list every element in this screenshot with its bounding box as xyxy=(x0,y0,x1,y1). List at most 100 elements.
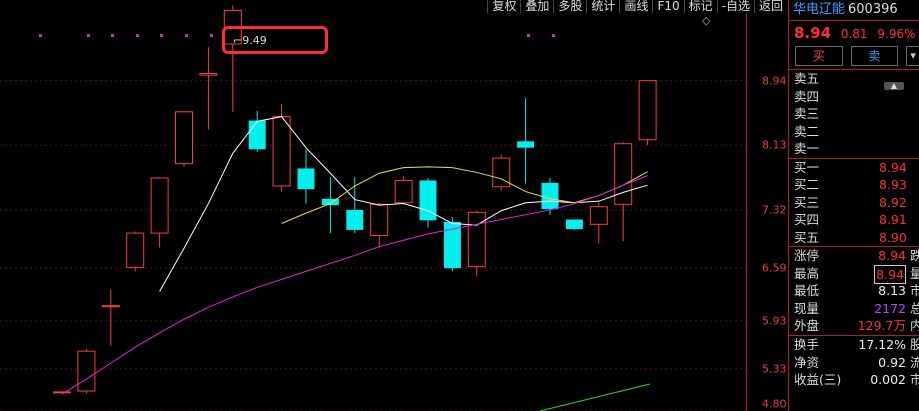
toolbar-button[interactable]: 返回 xyxy=(753,0,787,13)
candle-body xyxy=(565,219,583,230)
candle-body xyxy=(297,168,315,190)
marker-dot xyxy=(552,34,555,37)
stat-row: 最低 8.13 市 xyxy=(789,282,919,300)
stat-row: 净资 0.92 流 xyxy=(789,354,919,372)
order-price: 8.92 xyxy=(879,194,907,210)
candlestick-chart[interactable] xyxy=(0,0,746,411)
more-icon[interactable]: ▾ xyxy=(906,46,919,66)
marker-dot xyxy=(87,34,90,37)
candle-body xyxy=(101,305,120,308)
trade-buttons: 买 卖 ▾ xyxy=(789,45,919,67)
stats-block-2: 换手 17.12% 股净资 0.92 流收益(三) 0.002 市 xyxy=(789,336,919,389)
collapse-icon[interactable]: ▲ xyxy=(884,82,904,90)
stat-label-secondary: 股 xyxy=(910,336,919,352)
order-row[interactable]: 买三 8.92 xyxy=(789,194,919,212)
sell-button[interactable]: 卖 xyxy=(850,46,899,66)
candle-body xyxy=(175,111,193,165)
toolbar-button[interactable]: F10 xyxy=(652,0,684,13)
stat-row: 外盘 129.7万内 xyxy=(789,317,919,335)
stat-value: 8.94 xyxy=(878,248,906,263)
order-row[interactable]: 卖三 xyxy=(789,105,919,123)
candle-body xyxy=(248,120,266,150)
order-price: 8.93 xyxy=(879,177,907,192)
marker-dot xyxy=(185,34,188,37)
order-row[interactable]: 买五 8.90 xyxy=(789,229,919,247)
stat-row: 现量 2172 总 xyxy=(789,300,919,318)
stat-label: 最高 xyxy=(794,265,820,281)
stat-value: 129.7万 xyxy=(857,318,906,334)
price-axis: 8.94 8.13 7.32 6.59 5.93 5.33 4.80 xyxy=(746,0,788,411)
price-tick-label: 8.13 xyxy=(762,138,787,152)
toolbar-button[interactable]: 统计 xyxy=(586,0,620,13)
high-price-marker: ⌐9.49 xyxy=(233,34,267,47)
price-tick-label: 5.33 xyxy=(762,362,787,376)
order-row[interactable]: 买二 8.93 xyxy=(789,176,919,194)
marker-dot xyxy=(136,34,139,37)
order-label: 买四 xyxy=(794,212,820,227)
stat-value: 17.12% xyxy=(858,336,906,352)
order-row[interactable]: 卖四 xyxy=(789,88,919,106)
chart-toolbar: 复权 叠加 多股 统计 画线 F10 标记 -自选 返回 xyxy=(487,0,787,13)
price-tick-label: 6.59 xyxy=(762,261,787,275)
price-change: 0.81 xyxy=(840,27,868,41)
order-row[interactable]: 买一 8.94 xyxy=(789,159,919,177)
marker-dot xyxy=(160,34,163,37)
order-label: 卖四 xyxy=(794,88,820,104)
buy-button[interactable]: 买 xyxy=(795,46,843,66)
order-label: 卖三 xyxy=(794,106,820,121)
candle-body xyxy=(199,73,218,76)
stat-row: 换手 17.12% 股 xyxy=(789,336,919,354)
stock-code: 600396 xyxy=(848,2,898,17)
marker-dot xyxy=(39,34,42,37)
stat-label: 净资 xyxy=(794,354,820,370)
stat-label-secondary: 跌 xyxy=(910,248,919,263)
toolbar-button[interactable]: 标记 xyxy=(683,0,717,13)
stat-label-secondary: 总 xyxy=(910,300,919,316)
order-label: 卖一 xyxy=(794,141,820,156)
stat-value: 0.002 xyxy=(870,372,906,388)
toolbar-button[interactable]: 复权 xyxy=(487,0,521,13)
stat-label: 换手 xyxy=(794,336,820,352)
order-price: 8.90 xyxy=(879,229,907,245)
toolbar-button[interactable]: 画线 xyxy=(619,0,653,13)
order-price: 8.91 xyxy=(879,212,907,227)
order-label: 买一 xyxy=(794,159,820,175)
candle-body xyxy=(150,177,169,234)
stat-value: 2172 xyxy=(874,300,906,316)
toolbar-button[interactable]: -自选 xyxy=(716,0,754,13)
stat-label-secondary: 市 xyxy=(910,372,919,388)
stock-name[interactable]: 华电辽能 xyxy=(793,2,845,17)
toolbar-button[interactable]: 叠加 xyxy=(520,0,554,13)
candle-body xyxy=(467,211,486,268)
order-label: 买五 xyxy=(794,229,820,245)
current-price: 8.94 xyxy=(794,24,832,42)
stat-label-secondary: 流 xyxy=(910,354,919,370)
price-tick-label: 8.94 xyxy=(762,74,787,88)
kline-chart-area[interactable]: ⌐9.49 ◇ 8.94 8.13 7.32 6.59 5.93 5.33 4.80 xyxy=(0,0,787,411)
ma60-line xyxy=(539,383,651,411)
stat-label: 现量 xyxy=(794,300,820,316)
quote-line: 8.94 0.81 9.96% xyxy=(789,21,919,45)
stat-label-secondary: 量 xyxy=(910,265,919,281)
candle-body xyxy=(589,206,608,225)
order-label: 卖五 xyxy=(794,71,820,86)
price-tick-label: 5.93 xyxy=(762,314,787,328)
toolbar-button[interactable]: 多股 xyxy=(553,0,587,13)
stat-row: 最高 8.94 量 xyxy=(789,264,919,285)
order-label: 卖二 xyxy=(794,123,820,139)
candle-body xyxy=(346,209,364,230)
order-price: 8.94 xyxy=(879,159,907,175)
candle-body xyxy=(77,350,96,392)
order-row[interactable]: 卖一 xyxy=(789,140,919,158)
candle-body xyxy=(614,143,633,205)
order-row[interactable]: 卖二 xyxy=(789,123,919,141)
stat-label: 涨停 xyxy=(794,248,820,263)
marker-dot xyxy=(527,34,530,37)
order-row[interactable]: 买四 8.91 xyxy=(789,211,919,229)
stat-row: 涨停 8.94 跌 xyxy=(789,247,919,265)
diamond-icon[interactable]: ◇ xyxy=(702,14,710,27)
order-label: 买三 xyxy=(794,194,820,210)
quote-panel: 华电辽能 600396 8.94 0.81 9.96% 买 卖 ▾ 卖五 卖四 卖三卖… xyxy=(788,0,919,411)
stat-value: 0.92 xyxy=(878,354,906,370)
candle-body xyxy=(126,232,145,268)
